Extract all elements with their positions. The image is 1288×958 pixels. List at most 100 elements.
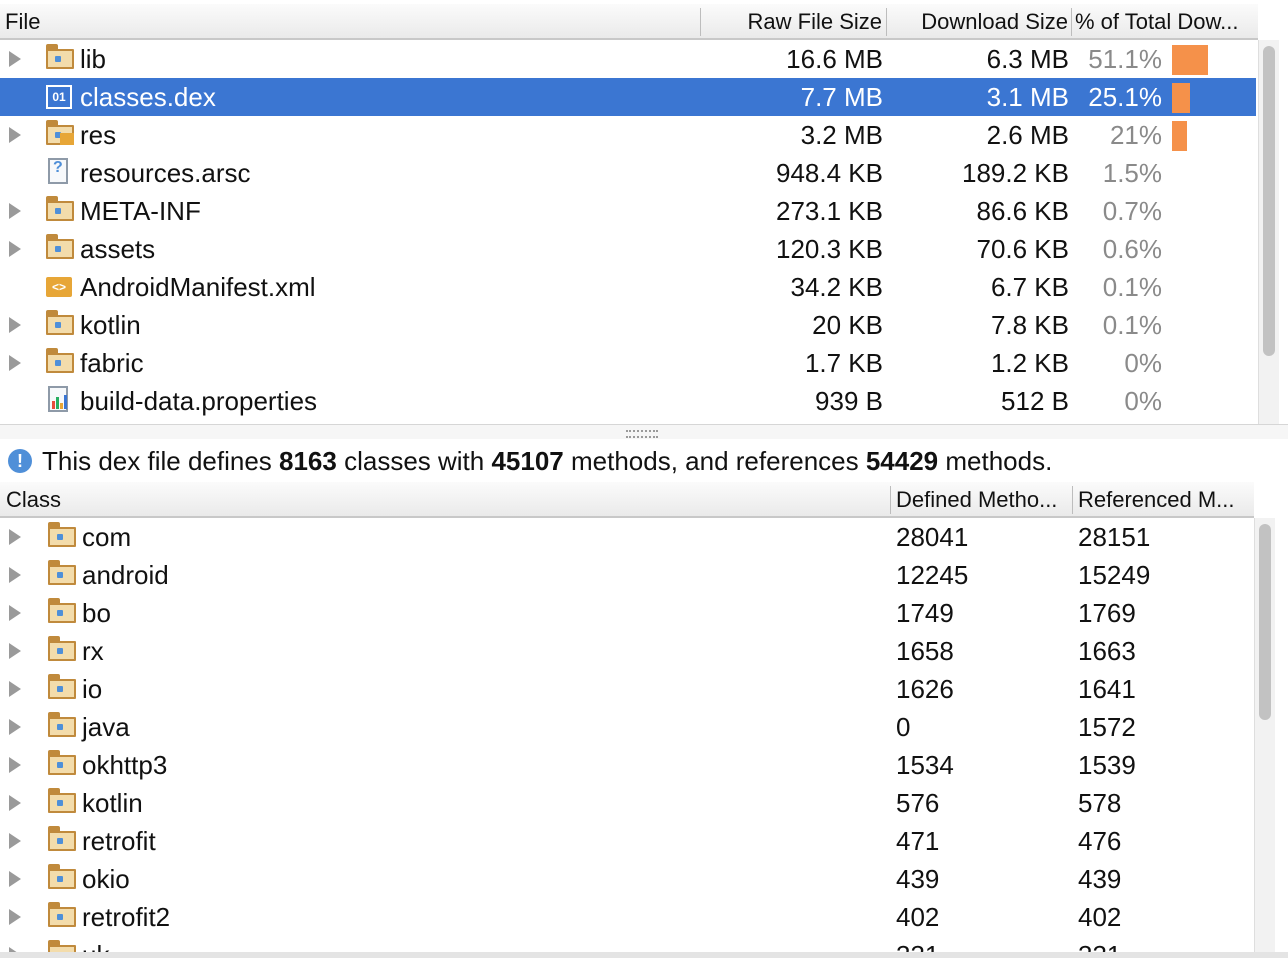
defined-methods: 439: [896, 864, 940, 894]
package-folder-icon: [48, 940, 78, 952]
expand-arrow-icon[interactable]: [9, 203, 21, 219]
defined-methods: 12245: [896, 560, 969, 590]
class-row[interactable]: okio 439 439: [0, 860, 1254, 898]
column-header-download-size[interactable]: Download Size: [888, 4, 1068, 38]
column-header-class[interactable]: Class: [6, 482, 506, 516]
file-name: kotlin: [80, 310, 141, 340]
file-row[interactable]: ? resources.arsc 948.4 KB 189.2 KB 1.5%: [0, 154, 1256, 192]
expand-arrow-icon[interactable]: [9, 317, 21, 333]
info-icon: !: [8, 449, 32, 473]
defined-methods: 1658: [896, 636, 954, 666]
dex-summary: ! This dex file defines 8163 classes wit…: [0, 441, 1288, 481]
expand-arrow-icon[interactable]: [9, 355, 21, 371]
file-name: AndroidManifest.xml: [80, 272, 316, 302]
class-row[interactable]: kotlin 576 578: [0, 784, 1254, 822]
class-row[interactable]: uk 331 331: [0, 936, 1254, 952]
class-row[interactable]: okhttp3 1534 1539: [0, 746, 1254, 784]
class-row[interactable]: rx 1658 1663: [0, 632, 1254, 670]
file-row[interactable]: assets 120.3 KB 70.6 KB 0.6%: [0, 230, 1256, 268]
expand-arrow-icon[interactable]: [9, 241, 21, 257]
expand-arrow-icon[interactable]: [9, 127, 21, 143]
percent-of-total: 21%: [1109, 120, 1162, 150]
file-name: res: [80, 120, 117, 150]
referenced-methods: 439: [1078, 864, 1122, 894]
column-header-referenced-methods[interactable]: Referenced M...: [1078, 482, 1250, 516]
expand-arrow-icon[interactable]: [9, 757, 21, 773]
file-row[interactable]: kotlin 20 KB 7.8 KB 0.1%: [0, 306, 1256, 344]
defined-methods: 0: [896, 712, 911, 742]
defined-methods: 1534: [896, 750, 954, 780]
expand-arrow-icon[interactable]: [9, 795, 21, 811]
defined-methods: 28041: [896, 522, 969, 552]
download-size: 6.3 MB: [986, 44, 1069, 74]
referenced-method-count: 54429: [865, 446, 939, 476]
file-row[interactable]: META-INF 273.1 KB 86.6 KB 0.7%: [0, 192, 1256, 230]
download-size: 2.6 MB: [986, 120, 1069, 150]
expand-arrow-icon[interactable]: [9, 871, 21, 887]
referenced-methods: 331: [1078, 936, 1121, 952]
expand-arrow-icon[interactable]: [9, 605, 21, 621]
package-name: android: [82, 560, 169, 590]
referenced-methods: 15249: [1078, 560, 1151, 590]
file-row[interactable]: build-data.properties 939 B 512 B 0%: [0, 382, 1256, 420]
package-name: kotlin: [82, 788, 143, 818]
file-table-scrollbar[interactable]: [1258, 40, 1279, 424]
folder-icon: [46, 234, 76, 261]
file-table-header: File Raw File Size Download Size % of To…: [0, 4, 1258, 40]
defined-methods: 402: [896, 902, 940, 932]
bottom-edge: [0, 952, 1288, 958]
package-folder-icon: [48, 674, 78, 701]
download-size: 86.6 KB: [976, 196, 1069, 226]
file-row[interactable]: <> AndroidManifest.xml 34.2 KB 6.7 KB 0.1%: [0, 268, 1256, 306]
column-header-raw-file-size[interactable]: Raw File Size: [702, 4, 882, 38]
file-row[interactable]: res 3.2 MB 2.6 MB 21%: [0, 116, 1256, 154]
class-table-scroll-thumb[interactable]: [1259, 524, 1271, 720]
split-pane-divider[interactable]: [0, 424, 1288, 439]
properties-file-icon: [46, 386, 76, 413]
download-size: 189.2 KB: [962, 158, 1069, 188]
class-row[interactable]: io 1626 1641: [0, 670, 1254, 708]
percent-bar: [1172, 121, 1187, 151]
class-row[interactable]: retrofit 471 476: [0, 822, 1254, 860]
class-row[interactable]: com 28041 28151: [0, 518, 1254, 556]
column-header-file[interactable]: File: [5, 4, 505, 38]
download-size: 70.6 KB: [976, 234, 1069, 264]
expand-arrow-icon[interactable]: [9, 833, 21, 849]
defined-methods: 471: [896, 826, 940, 856]
class-row[interactable]: retrofit2 402 402: [0, 898, 1254, 936]
expand-arrow-icon[interactable]: [9, 719, 21, 735]
package-name: retrofit2: [82, 902, 171, 932]
expand-arrow-icon[interactable]: [9, 643, 21, 659]
raw-file-size: 120.3 KB: [776, 234, 883, 264]
class-table-scrollbar[interactable]: [1254, 518, 1275, 952]
download-size: 7.8 KB: [990, 310, 1069, 340]
file-name: resources.arsc: [80, 158, 251, 188]
class-row[interactable]: bo 1749 1769: [0, 594, 1254, 632]
column-header-defined-methods[interactable]: Defined Metho...: [896, 482, 1068, 516]
unknown-file-icon: ?: [46, 158, 76, 185]
file-row[interactable]: lib 16.6 MB 6.3 MB 51.1%: [0, 40, 1256, 78]
referenced-methods: 476: [1078, 826, 1122, 856]
raw-file-size: 16.6 MB: [786, 44, 883, 74]
class-table-body: com 28041 28151 android 12245 15249 bo 1749 1769…: [0, 518, 1254, 952]
class-row[interactable]: java 0 1572: [0, 708, 1254, 746]
column-header-percent-total[interactable]: % of Total Dow...: [1075, 4, 1255, 38]
expand-arrow-icon[interactable]: [9, 681, 21, 697]
package-name: com: [82, 522, 132, 552]
file-table-scroll-thumb[interactable]: [1263, 46, 1275, 356]
raw-file-size: 1.7 KB: [804, 348, 883, 378]
expand-arrow-icon[interactable]: [9, 567, 21, 583]
dex-file-icon: 01: [46, 85, 76, 109]
class-row[interactable]: android 12245 15249: [0, 556, 1254, 594]
percent-of-total: 0.7%: [1102, 196, 1162, 226]
expand-arrow-icon[interactable]: [9, 909, 21, 925]
file-row[interactable]: fabric 1.7 KB 1.2 KB 0%: [0, 344, 1256, 382]
file-row[interactable]: 01 classes.dex 7.7 MB 3.1 MB 25.1%: [0, 78, 1256, 116]
defined-methods: 331: [896, 936, 939, 952]
download-size: 3.1 MB: [986, 82, 1069, 112]
percent-of-total: 0.1%: [1102, 272, 1162, 302]
expand-arrow-icon[interactable]: [9, 529, 21, 545]
expand-arrow-icon[interactable]: [9, 51, 21, 67]
referenced-methods: 28151: [1078, 522, 1151, 552]
percent-of-total: 0%: [1124, 348, 1162, 378]
